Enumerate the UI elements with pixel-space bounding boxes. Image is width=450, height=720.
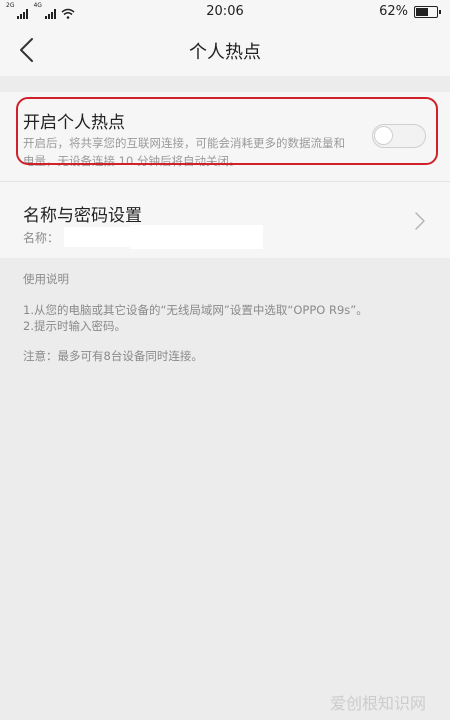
battery-area: 62%: [379, 4, 441, 19]
name-password-title: 名称与密码设置: [23, 206, 142, 226]
instructions-note: 注意：最多可有8台设备同时连接。: [23, 349, 203, 363]
instructions-heading: 使用说明: [23, 272, 69, 286]
watermark-text: 爱创根知识网: [330, 694, 427, 713]
status-bar: 2G 4G 20:06 62%: [0, 0, 450, 24]
settings-card: 开启个人热点 开启后，将共享您的互联网连接，可能会消耗更多的数据流量和电量，无设…: [0, 92, 450, 258]
name-label: 名称：: [23, 231, 60, 245]
name-password-settings-row[interactable]: 名称与密码设置 名称：: [0, 182, 450, 258]
battery-percent: 62%: [379, 4, 408, 19]
instructions-step-1: 1.从您的电脑或其它设备的“无线局域网”设置中选取“OPPO R9s”。: [23, 303, 368, 317]
instructions-step-2: 2.提示时输入密码。: [23, 319, 126, 333]
battery-icon: [414, 5, 441, 18]
redacted-name-block: [64, 227, 130, 247]
hotspot-description: 开启后，将共享您的互联网连接，可能会消耗更多的数据流量和电量，无设备连接 10 …: [23, 136, 345, 168]
chevron-right-icon: [415, 212, 425, 230]
hotspot-toggle-row: 开启个人热点 开启后，将共享您的互联网连接，可能会消耗更多的数据流量和电量，无设…: [0, 92, 450, 182]
toggle-knob: [374, 126, 393, 145]
hotspot-toggle[interactable]: [372, 124, 426, 148]
page-title: 个人热点: [189, 42, 261, 63]
header: 个人热点: [0, 24, 450, 76]
screen: 2G 4G 20:06 62% 个人热点 开启个人热点 开启后，将共享您的互联网…: [0, 0, 450, 720]
hotspot-title: 开启个人热点: [23, 113, 125, 133]
battery-fill: [416, 7, 428, 16]
redacted-name-block-2: [130, 225, 263, 249]
